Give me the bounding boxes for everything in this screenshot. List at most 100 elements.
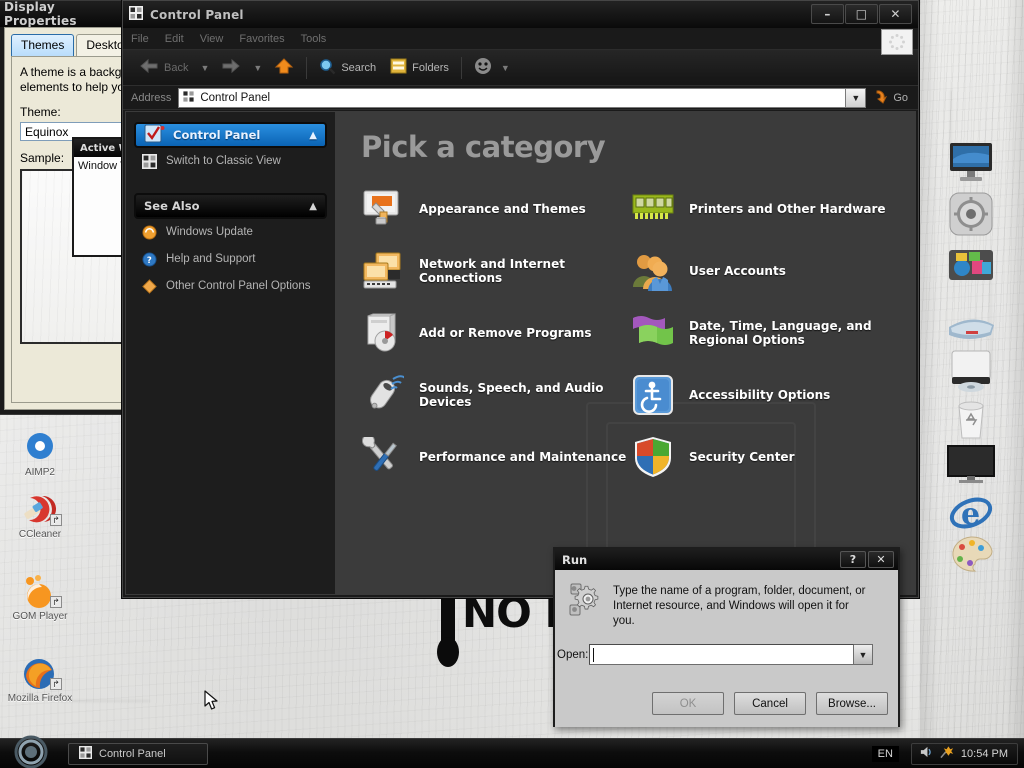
ccleaner-icon: ↱ — [0, 492, 80, 526]
category-appearance-and-themes[interactable]: Appearance and Themes — [361, 178, 651, 240]
folders-icon — [390, 58, 407, 77]
control-panel-title: Control Panel — [150, 7, 244, 22]
control-panel-titlebar[interactable]: Control Panel – □ ✕ — [123, 1, 918, 28]
category-add-or-remove-programs[interactable]: Add or Remove Programs — [361, 302, 651, 364]
chevron-up-icon-2[interactable]: ▲ — [309, 201, 317, 212]
back-button[interactable]: Back — [133, 55, 194, 80]
display-properties-window[interactable]: Display Properties Themes Desktop S A th… — [0, 0, 125, 415]
display-icon[interactable] — [942, 440, 1000, 488]
language-indicator[interactable]: EN — [871, 745, 899, 762]
menu-edit[interactable]: Edit — [165, 33, 184, 45]
taskbar-item-control-panel[interactable]: Control Panel — [68, 742, 208, 765]
control-panel-task-icon — [144, 124, 166, 147]
minimize-button[interactable]: – — [811, 4, 844, 24]
address-label: Address — [131, 91, 172, 104]
desktop-icon-firefox[interactable]: ↱ Mozilla Firefox — [0, 656, 80, 704]
notification-icon[interactable] — [940, 745, 955, 762]
forward-dropdown-icon[interactable]: ▼ — [249, 63, 266, 73]
run-close-button[interactable]: ✕ — [868, 551, 894, 568]
run-open-dropdown-icon[interactable]: ▼ — [854, 644, 873, 665]
run-dialog-titlebar[interactable]: Run ? ✕ — [555, 549, 898, 570]
start-button[interactable] — [0, 735, 62, 768]
category-accessibility-options[interactable]: Accessibility Options — [631, 364, 915, 426]
category-date-time-language-and-regional-options[interactable]: Date, Time, Language, and Regional Optio… — [631, 302, 915, 364]
address-value: Control Panel — [200, 91, 271, 104]
address-bar: Address Control Panel ▼ Go — [123, 86, 918, 110]
chevron-up-icon[interactable]: ▲ — [309, 130, 317, 141]
back-arrow-icon — [139, 58, 159, 77]
back-dropdown-icon[interactable]: ▼ — [196, 63, 213, 73]
address-input[interactable]: Control Panel — [178, 87, 847, 108]
volume-icon[interactable] — [919, 745, 934, 762]
category-label: Sounds, Speech, and Audio Devices — [419, 381, 604, 409]
settings-gear-icon[interactable] — [942, 190, 1000, 238]
search-button[interactable]: Search — [313, 55, 382, 81]
category-printers-and-other-hardware[interactable]: Printers and Other Hardware — [631, 178, 915, 240]
desktop-icon-label: CCleaner — [18, 529, 62, 540]
desktop-dock: e — [920, 0, 1024, 768]
extra-tool-dropdown-icon[interactable]: ▼ — [497, 63, 514, 73]
category-performance-and-maintenance[interactable]: Performance and Maintenance — [361, 426, 651, 488]
close-button[interactable]: ✕ — [879, 4, 912, 24]
tab-themes[interactable]: Themes — [11, 34, 75, 56]
sidebar-item-label: Other Control Panel Options — [166, 280, 311, 292]
menubar: File Edit View Favorites Tools — [123, 28, 918, 55]
go-button[interactable]: Go — [866, 86, 918, 110]
sidebar-item-other-control-panel-options[interactable]: Other Control Panel Options — [134, 273, 327, 300]
menu-tools[interactable]: Tools — [301, 33, 327, 45]
browse-button[interactable]: Browse... — [816, 692, 888, 715]
category-user-accounts[interactable]: User Accounts — [631, 240, 915, 302]
search-label: Search — [341, 61, 377, 74]
run-dialog-body: Type the name of a program, folder, docu… — [555, 570, 898, 727]
paint-palette-icon[interactable] — [942, 530, 1000, 578]
maximize-button[interactable]: □ — [845, 4, 878, 24]
control-panel-icon — [129, 6, 143, 23]
svg-text:e: e — [961, 497, 980, 532]
sidebar-item-switch-classic-view[interactable]: Switch to Classic View — [134, 148, 327, 175]
category-sounds-speech-and-audio-devices[interactable]: Sounds, Speech, and Audio Devices — [361, 364, 651, 426]
sidebar-panel-control-panel-header[interactable]: Control Panel ▲ — [134, 122, 327, 148]
shortcut-arrow-icon: ↱ — [50, 596, 62, 608]
cd-drive-icon[interactable] — [942, 348, 1000, 396]
run-help-button[interactable]: ? — [840, 551, 866, 568]
clock[interactable]: 10:54 PM — [961, 748, 1008, 760]
up-button[interactable] — [268, 54, 300, 81]
desktop-icon-gom-player[interactable]: ↱ GOM Player — [0, 574, 80, 622]
my-computer-icon[interactable] — [942, 138, 1000, 186]
ok-button[interactable]: OK — [652, 692, 724, 715]
run-dialog[interactable]: Run ? ✕ Type the name of a program, fold… — [553, 547, 900, 727]
sidebar-item-help-and-support[interactable]: ? Help and Support — [134, 246, 327, 273]
recycle-bin-icon[interactable] — [942, 396, 1000, 444]
menu-favorites[interactable]: Favorites — [239, 33, 284, 45]
applications-icon[interactable] — [942, 242, 1000, 290]
accessibility-icon — [631, 373, 675, 417]
run-open-input[interactable] — [589, 644, 854, 665]
sidebar-panel-see-also-header[interactable]: See Also ▲ — [134, 193, 327, 219]
category-label: Accessibility Options — [689, 388, 831, 402]
sidebar-item-label: Help and Support — [166, 253, 256, 265]
category-label: Add or Remove Programs — [419, 326, 592, 340]
sample-window-text: Window Text — [78, 160, 124, 172]
scanner-icon[interactable] — [942, 302, 1000, 350]
internet-explorer-icon[interactable]: e — [942, 488, 1000, 536]
cancel-button[interactable]: Cancel — [734, 692, 806, 715]
toolbar-separator-2 — [460, 56, 462, 79]
control-panel-window[interactable]: Control Panel – □ ✕ File Edit View Favor… — [122, 0, 919, 598]
address-dropdown-icon[interactable]: ▼ — [846, 87, 867, 108]
taskbar: Control Panel EN 10:54 PM — [0, 735, 1024, 768]
menu-view[interactable]: View — [200, 33, 224, 45]
user-accounts-icon — [631, 249, 675, 293]
themes-pane: A theme is a background plus a set of so… — [11, 56, 124, 403]
extra-tool-button[interactable]: ▼ — [468, 54, 520, 81]
sidebar-item-windows-update[interactable]: Windows Update — [134, 219, 327, 246]
category-security-center[interactable]: Security Center — [631, 426, 915, 488]
menu-file[interactable]: File — [131, 33, 149, 45]
folders-button[interactable]: Folders — [384, 55, 455, 80]
desktop-icon-aimp2[interactable]: AIMP2 — [0, 430, 80, 478]
tab-desktop[interactable]: Desktop — [76, 34, 124, 56]
desktop-icon-ccleaner[interactable]: ↱ CCleaner — [0, 492, 80, 540]
category-network-and-internet-connections[interactable]: Network and Internet Connections — [361, 240, 651, 302]
text-caret — [593, 647, 594, 662]
forward-button[interactable] — [215, 55, 247, 80]
display-properties-titlebar: Display Properties — [0, 1, 124, 28]
